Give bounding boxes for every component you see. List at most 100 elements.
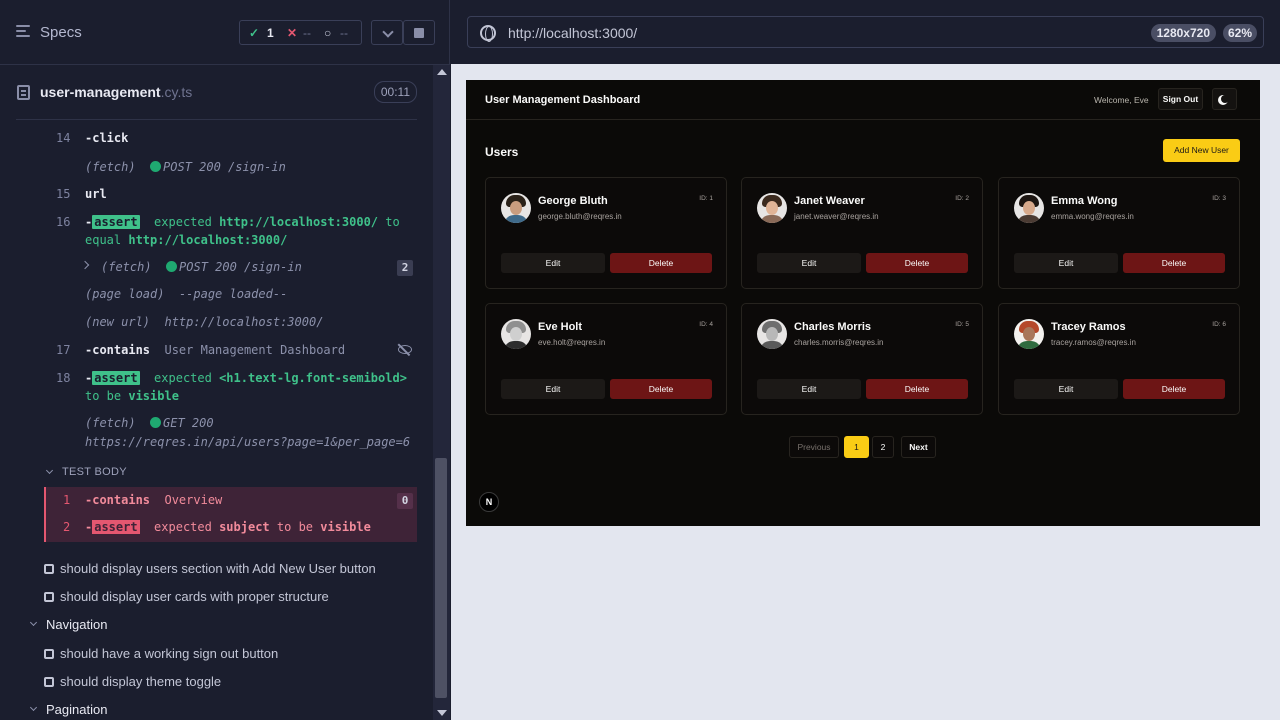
test-stats: ✓ 1 ✕ -- ○ -- <box>239 20 362 45</box>
url-text[interactable]: http://localhost:3000/ <box>508 25 637 41</box>
command-assert-failed[interactable]: - assert expected subject to be visible <box>85 520 371 534</box>
status-dot-icon <box>150 161 162 172</box>
chevron-down-icon[interactable] <box>29 618 38 627</box>
delete-button[interactable]: Delete <box>866 379 968 399</box>
delete-button[interactable]: Delete <box>866 253 968 273</box>
test-item[interactable]: should display user cards with proper st… <box>44 589 329 604</box>
users-heading: Users <box>485 145 519 159</box>
command-new-url[interactable]: (new url) http://localhost:3000/ <box>85 315 323 329</box>
chevron-down-icon[interactable] <box>29 703 38 712</box>
nextjs-logo-icon[interactable]: N <box>479 492 499 512</box>
sign-out-button[interactable]: Sign Out <box>1158 88 1203 110</box>
scrollbar-thumb[interactable] <box>435 458 447 698</box>
pending-count: -- <box>340 26 348 40</box>
eye-off-icon[interactable] <box>398 345 412 354</box>
command-contains-failed[interactable]: -contains Overview <box>85 493 222 507</box>
test-status-icon <box>44 592 54 602</box>
test-status-icon <box>44 649 54 659</box>
command-page-load[interactable]: (page load) --page loaded-- <box>85 287 287 301</box>
dashboard-title: User Management Dashboard <box>485 94 641 106</box>
failed-count: -- <box>303 26 311 40</box>
expand-toggle-button[interactable] <box>371 20 403 45</box>
reporter-scrollbar[interactable] <box>433 65 450 720</box>
edit-button[interactable]: Edit <box>757 253 861 273</box>
spec-file-row[interactable]: user-management.cy.ts 00:11 <box>16 65 417 120</box>
command-click[interactable]: -click <box>85 131 128 145</box>
user-card: Tracey Ramos tracey.ramos@reqres.in ID: … <box>998 303 1240 415</box>
failed-commands: 1 -contains Overview 0 2 - assert expecte… <box>44 487 417 542</box>
command-number: 1 <box>63 493 71 507</box>
edit-button[interactable]: Edit <box>1014 253 1118 273</box>
scroll-down-icon[interactable] <box>437 710 447 716</box>
user-card: George Bluth george.bluth@reqres.in ID: … <box>485 177 727 289</box>
delete-button[interactable]: Delete <box>610 379 712 399</box>
user-id: ID: 5 <box>955 321 969 328</box>
test-item[interactable]: should display theme toggle <box>44 674 221 689</box>
test-item[interactable]: should have a working sign out button <box>44 646 278 661</box>
user-email: george.bluth@reqres.in <box>538 212 622 221</box>
delete-button[interactable]: Delete <box>1123 253 1225 273</box>
command-fetch[interactable]: (fetch) POST 200 /sign-in <box>85 160 286 174</box>
status-dot-icon <box>150 417 162 428</box>
edit-button[interactable]: Edit <box>757 379 861 399</box>
delete-button[interactable]: Delete <box>610 253 712 273</box>
user-email: emma.wong@reqres.in <box>1051 212 1134 221</box>
next-page-button[interactable]: Next <box>901 436 936 458</box>
user-name: Eve Holt <box>538 321 583 333</box>
user-email: charles.morris@reqres.in <box>794 338 884 347</box>
avatar <box>1014 193 1044 223</box>
document-icon <box>17 85 30 100</box>
test-body-label[interactable]: TEST BODY <box>62 466 127 478</box>
command-assert[interactable]: - assert expected <h1.text-lg.font-semibo… <box>85 371 407 385</box>
pending-icon: ○ <box>324 26 332 40</box>
user-name: Charles Morris <box>794 321 872 333</box>
user-card: Charles Morris charles.morris@reqres.in … <box>741 303 983 415</box>
command-fetch-url: https://reqres.in/api/users?page=1&per_p… <box>85 435 411 449</box>
command-assert-continued: to be visible <box>85 389 179 403</box>
suite-pagination[interactable]: Pagination <box>46 702 107 717</box>
url-bar[interactable]: http://localhost:3000/ 1280x720 62% <box>467 16 1264 48</box>
page-2-button[interactable]: 2 <box>872 436 894 458</box>
scroll-up-icon[interactable] <box>437 69 447 75</box>
command-number: 16 <box>56 215 71 229</box>
edit-button[interactable]: Edit <box>501 379 605 399</box>
user-id: ID: 6 <box>1212 321 1226 328</box>
command-contains[interactable]: -contains User Management Dashboard <box>85 343 345 357</box>
moon-icon[interactable] <box>1212 88 1237 110</box>
specs-list-icon[interactable] <box>16 25 32 39</box>
user-id: ID: 4 <box>699 321 713 328</box>
chevron-right-icon[interactable] <box>80 260 90 270</box>
stop-button[interactable] <box>403 20 435 45</box>
user-name: George Bluth <box>538 195 608 207</box>
app-header: User Management Dashboard Welcome, Eve S… <box>466 80 1260 120</box>
add-new-user-button[interactable]: Add New User <box>1163 139 1240 162</box>
avatar <box>757 193 787 223</box>
command-number: 14 <box>56 131 71 145</box>
command-fetch[interactable]: (fetch) GET 200 <box>85 416 214 430</box>
delete-button[interactable]: Delete <box>1123 379 1225 399</box>
chevron-down-icon[interactable] <box>45 466 54 475</box>
command-assert[interactable]: - assert expected http://localhost:3000/ … <box>85 215 400 229</box>
user-name: Janet Weaver <box>794 195 865 207</box>
test-item[interactable]: should display users section with Add Ne… <box>44 561 376 576</box>
user-card: Eve Holt eve.holt@reqres.in ID: 4 Edit D… <box>485 303 727 415</box>
command-fetch[interactable]: (fetch) POST 200 /sign-in <box>101 260 302 274</box>
page-1-button[interactable]: 1 <box>844 436 869 458</box>
welcome-text: Welcome, Eve <box>1094 95 1149 105</box>
command-number: 17 <box>56 343 71 357</box>
edit-button[interactable]: Edit <box>1014 379 1118 399</box>
specs-title[interactable]: Specs <box>40 24 82 41</box>
suite-navigation[interactable]: Navigation <box>46 617 107 632</box>
viewport-size-badge: 1280x720 <box>1150 24 1216 42</box>
previous-page-button[interactable]: Previous <box>789 436 839 458</box>
spec-file-ext: .cy.ts <box>160 84 193 100</box>
globe-icon <box>480 25 496 42</box>
avatar <box>501 193 531 223</box>
command-url[interactable]: url <box>85 187 107 201</box>
avatar <box>1014 319 1044 349</box>
user-id: ID: 3 <box>1212 195 1226 202</box>
command-number: 2 <box>63 520 71 534</box>
command-number: 18 <box>56 371 71 385</box>
test-status-icon <box>44 677 54 687</box>
edit-button[interactable]: Edit <box>501 253 605 273</box>
